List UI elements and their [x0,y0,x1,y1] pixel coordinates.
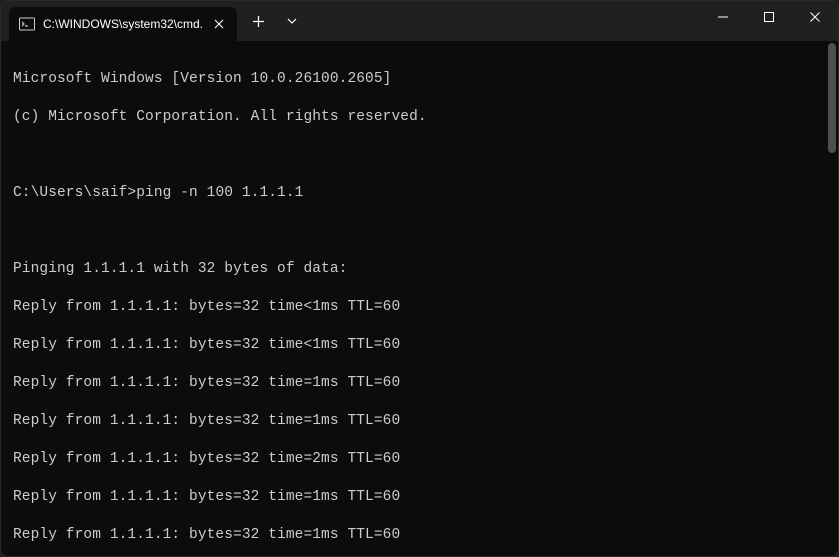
ping-reply: Reply from 1.1.1.1: bytes=32 time=1ms TT… [13,412,826,431]
ping-reply: Reply from 1.1.1.1: bytes=32 time<1ms TT… [13,298,826,317]
tab-title: C:\WINDOWS\system32\cmd. [43,17,203,31]
prompt-line: C:\Users\saif>ping -n 100 1.1.1.1 [13,184,826,203]
scrollbar-thumb[interactable] [828,43,836,153]
terminal-output[interactable]: Microsoft Windows [Version 10.0.26100.26… [1,41,838,557]
tab-dropdown-button[interactable] [275,5,309,37]
blank-line [13,222,826,241]
titlebar: C:\WINDOWS\system32\cmd. [1,1,838,41]
maximize-button[interactable] [746,1,792,33]
ping-reply: Reply from 1.1.1.1: bytes=32 time=1ms TT… [13,374,826,393]
minimize-button[interactable] [700,1,746,33]
cmd-icon [19,16,35,32]
ping-header: Pinging 1.1.1.1 with 32 bytes of data: [13,260,826,279]
new-tab-button[interactable] [241,5,275,37]
blank-line [13,146,826,165]
terminal-window: C:\WINDOWS\system32\cmd. [0,0,839,557]
banner-line: (c) Microsoft Corporation. All rights re… [13,108,826,127]
ping-reply: Reply from 1.1.1.1: bytes=32 time<1ms TT… [13,336,826,355]
tab-close-button[interactable] [211,16,227,32]
entered-command: ping -n 100 1.1.1.1 [136,185,303,201]
ping-reply: Reply from 1.1.1.1: bytes=32 time=1ms TT… [13,488,826,507]
prompt-path: C:\Users\saif> [13,185,136,201]
ping-reply: Reply from 1.1.1.1: bytes=32 time=1ms TT… [13,526,826,545]
window-controls [700,1,838,33]
tab-actions [237,1,309,41]
banner-line: Microsoft Windows [Version 10.0.26100.26… [13,70,826,89]
ping-reply: Reply from 1.1.1.1: bytes=32 time=2ms TT… [13,450,826,469]
active-tab[interactable]: C:\WINDOWS\system32\cmd. [9,7,237,41]
close-button[interactable] [792,1,838,33]
